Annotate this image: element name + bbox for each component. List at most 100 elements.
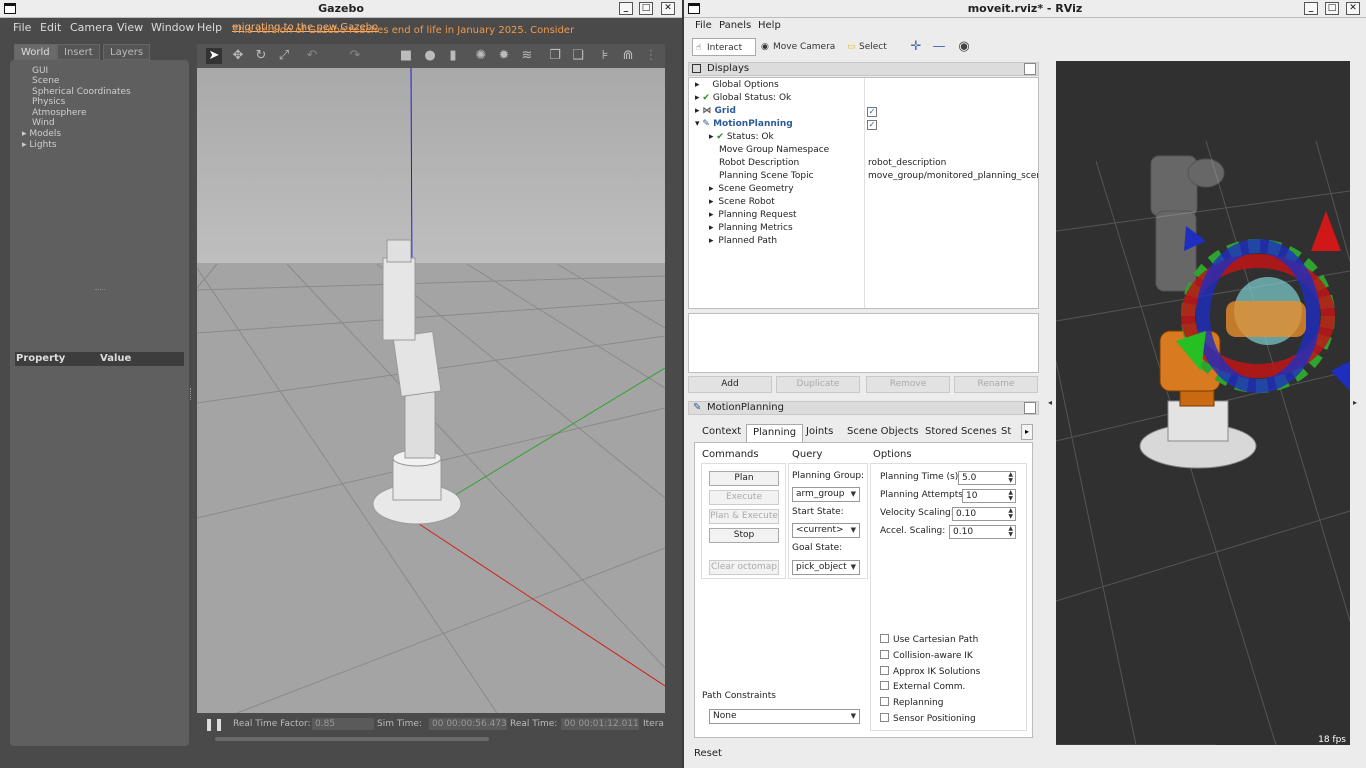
- rename-display-button[interactable]: Rename: [954, 376, 1038, 393]
- reset-button[interactable]: Reset: [688, 745, 728, 763]
- plan-execute-button[interactable]: Plan & Execute: [709, 509, 779, 524]
- tab-scroll-right-icon[interactable]: ▸: [1021, 424, 1033, 440]
- pause-icon[interactable]: ❚❚: [204, 717, 224, 731]
- menu-help[interactable]: Help: [758, 20, 781, 31]
- menu-view[interactable]: View: [117, 21, 143, 34]
- world-item-wind[interactable]: Wind: [32, 118, 55, 128]
- tree-row-scene-geometry[interactable]: ▸ Scene Geometry: [709, 184, 794, 194]
- tree-row-planning-scene-topic[interactable]: Planning Scene Topic: [719, 171, 814, 181]
- duplicate-display-button[interactable]: Duplicate: [776, 376, 860, 393]
- tree-row-motionplanning[interactable]: ▾ ✎ MotionPlanning: [695, 119, 793, 129]
- approx-ik-checkbox[interactable]: Approx IK Solutions: [880, 666, 980, 677]
- scale-icon[interactable]: ⤢: [276, 48, 292, 64]
- spin-arrows-icon[interactable]: ▲ ▼: [1008, 490, 1013, 502]
- tree-row-planned-path[interactable]: ▸ Planned Path: [709, 236, 777, 246]
- minimize-icon[interactable]: _: [619, 2, 633, 15]
- collision-aware-ik-checkbox[interactable]: Collision-aware IK: [880, 650, 973, 661]
- panel-splitter[interactable]: [190, 388, 193, 400]
- path-constraints-select[interactable]: None ▼: [709, 709, 860, 724]
- accel-scaling-spinbox[interactable]: 0.10 ▲ ▼: [949, 525, 1016, 539]
- cylinder-icon[interactable]: ▮: [445, 48, 461, 64]
- panel-float-icon[interactable]: [1024, 402, 1036, 414]
- align-icon[interactable]: ⊧: [597, 48, 613, 64]
- rviz-titlebar[interactable]: moveit.rviz* - RViz _ □ ✕: [684, 0, 1366, 18]
- menu-edit[interactable]: Edit: [40, 21, 61, 34]
- world-item-atmosphere[interactable]: Atmosphere: [32, 108, 86, 118]
- tree-row-planning-request[interactable]: ▸ Planning Request: [709, 210, 797, 220]
- tab-layers[interactable]: Layers: [103, 44, 151, 60]
- planning-scene-topic-value[interactable]: move_group/monitored_planning_scene: [868, 171, 1038, 181]
- world-item-lights[interactable]: ▸ Lights: [22, 140, 57, 150]
- close-icon[interactable]: ✕: [1346, 2, 1360, 15]
- maximize-icon[interactable]: □: [1325, 2, 1339, 15]
- move-camera-tool[interactable]: ◉ Move Camera: [759, 38, 843, 56]
- planning-time-spinbox[interactable]: 5.0 ▲ ▼: [958, 471, 1016, 485]
- tab-scene-objects[interactable]: Scene Objects: [841, 424, 924, 442]
- tab-stored-scenes[interactable]: Stored Scenes: [919, 424, 1003, 442]
- menu-panels[interactable]: Panels: [719, 20, 751, 31]
- select-arrow-icon[interactable]: ➤: [206, 48, 222, 64]
- planning-group-select[interactable]: arm_group ▼: [792, 487, 860, 502]
- tree-row-move-group-namespace[interactable]: Move Group Namespace: [719, 145, 829, 155]
- add-display-button[interactable]: Add: [688, 376, 772, 393]
- translate-icon[interactable]: ✥: [230, 48, 246, 64]
- velocity-scaling-spinbox[interactable]: 0.10 ▲ ▼: [952, 507, 1016, 521]
- tree-row-robot-description[interactable]: Robot Description: [719, 158, 799, 168]
- undo-icon[interactable]: ↶: [304, 48, 320, 64]
- menu-help[interactable]: Help: [197, 21, 222, 34]
- snap-icon[interactable]: ⋒: [620, 48, 636, 64]
- sensor-positioning-checkbox[interactable]: Sensor Positioning: [880, 713, 976, 724]
- menu-window[interactable]: Window: [151, 21, 194, 34]
- close-icon[interactable]: ✕: [661, 2, 675, 15]
- measure-icon[interactable]: —: [931, 39, 947, 55]
- tab-insert[interactable]: Insert: [57, 44, 100, 60]
- gazebo-titlebar[interactable]: Gazebo _ □ ✕: [0, 0, 682, 18]
- tree-row-global-status[interactable]: ▸ ✔ Global Status: Ok: [695, 93, 791, 103]
- paste-icon[interactable]: ❏: [570, 48, 586, 64]
- grid-enabled-checkbox[interactable]: ✓: [867, 107, 877, 117]
- tree-row-grid[interactable]: ▸ ⋈ Grid: [695, 106, 736, 116]
- menu-camera[interactable]: Camera: [70, 21, 113, 34]
- tab-context[interactable]: Context: [696, 424, 747, 442]
- rviz-3d-viewport[interactable]: 18 fps: [1056, 61, 1350, 745]
- focus-camera-icon[interactable]: ✛: [908, 39, 924, 55]
- use-cartesian-path-checkbox[interactable]: Use Cartesian Path: [880, 634, 978, 645]
- tab-planning[interactable]: Planning: [746, 424, 804, 442]
- world-item-spherical[interactable]: Spherical Coordinates: [32, 87, 131, 97]
- tree-row-status-ok[interactable]: ▸ ✔ Status: Ok: [709, 132, 774, 142]
- horizontal-scrollbar[interactable]: [215, 737, 489, 741]
- tree-row-planning-metrics[interactable]: ▸ Planning Metrics: [709, 223, 793, 233]
- more-icon[interactable]: ⋮: [643, 48, 659, 64]
- tree-row-scene-robot[interactable]: ▸ Scene Robot: [709, 197, 775, 207]
- spot-light-icon[interactable]: ✹: [496, 48, 512, 64]
- stop-button[interactable]: Stop: [709, 528, 779, 543]
- select-tool[interactable]: ▭ Select: [845, 38, 895, 56]
- goal-state-select[interactable]: pick_object ▼: [792, 560, 860, 575]
- point-light-icon[interactable]: ✺: [473, 48, 489, 64]
- world-item-scene[interactable]: Scene: [32, 76, 59, 86]
- robot-description-value[interactable]: robot_description: [868, 158, 946, 168]
- rotate-icon[interactable]: ↻: [253, 48, 269, 64]
- tab-world[interactable]: World: [14, 44, 57, 60]
- tab-status[interactable]: St: [998, 424, 1020, 442]
- gazebo-3d-viewport[interactable]: [197, 68, 665, 713]
- spin-arrows-icon[interactable]: ▲ ▼: [1008, 526, 1013, 538]
- execute-button[interactable]: Execute: [709, 490, 779, 505]
- planning-attempts-spinbox[interactable]: 10 ▲ ▼: [962, 489, 1016, 503]
- spin-arrows-icon[interactable]: ▲ ▼: [1008, 472, 1013, 484]
- collapse-right-icon[interactable]: ▸: [1353, 398, 1357, 407]
- world-item-models[interactable]: ▸ Models: [22, 129, 61, 139]
- remove-display-button[interactable]: Remove: [866, 376, 950, 393]
- world-item-gui[interactable]: GUI: [32, 66, 48, 76]
- clear-octomap-button[interactable]: Clear octomap: [709, 560, 779, 575]
- motionplanning-enabled-checkbox[interactable]: ✓: [867, 120, 877, 130]
- menu-file[interactable]: File: [13, 21, 31, 34]
- start-state-select[interactable]: <current> ▼: [792, 523, 860, 538]
- replanning-checkbox[interactable]: Replanning: [880, 697, 943, 708]
- tab-joints[interactable]: Joints: [800, 424, 839, 442]
- maximize-icon[interactable]: □: [639, 2, 653, 15]
- minimize-icon[interactable]: _: [1304, 2, 1318, 15]
- tree-row-global-options[interactable]: ▸ Global Options: [695, 80, 779, 90]
- spin-arrows-icon[interactable]: ▲ ▼: [1008, 508, 1013, 520]
- box-icon[interactable]: ■: [398, 48, 414, 64]
